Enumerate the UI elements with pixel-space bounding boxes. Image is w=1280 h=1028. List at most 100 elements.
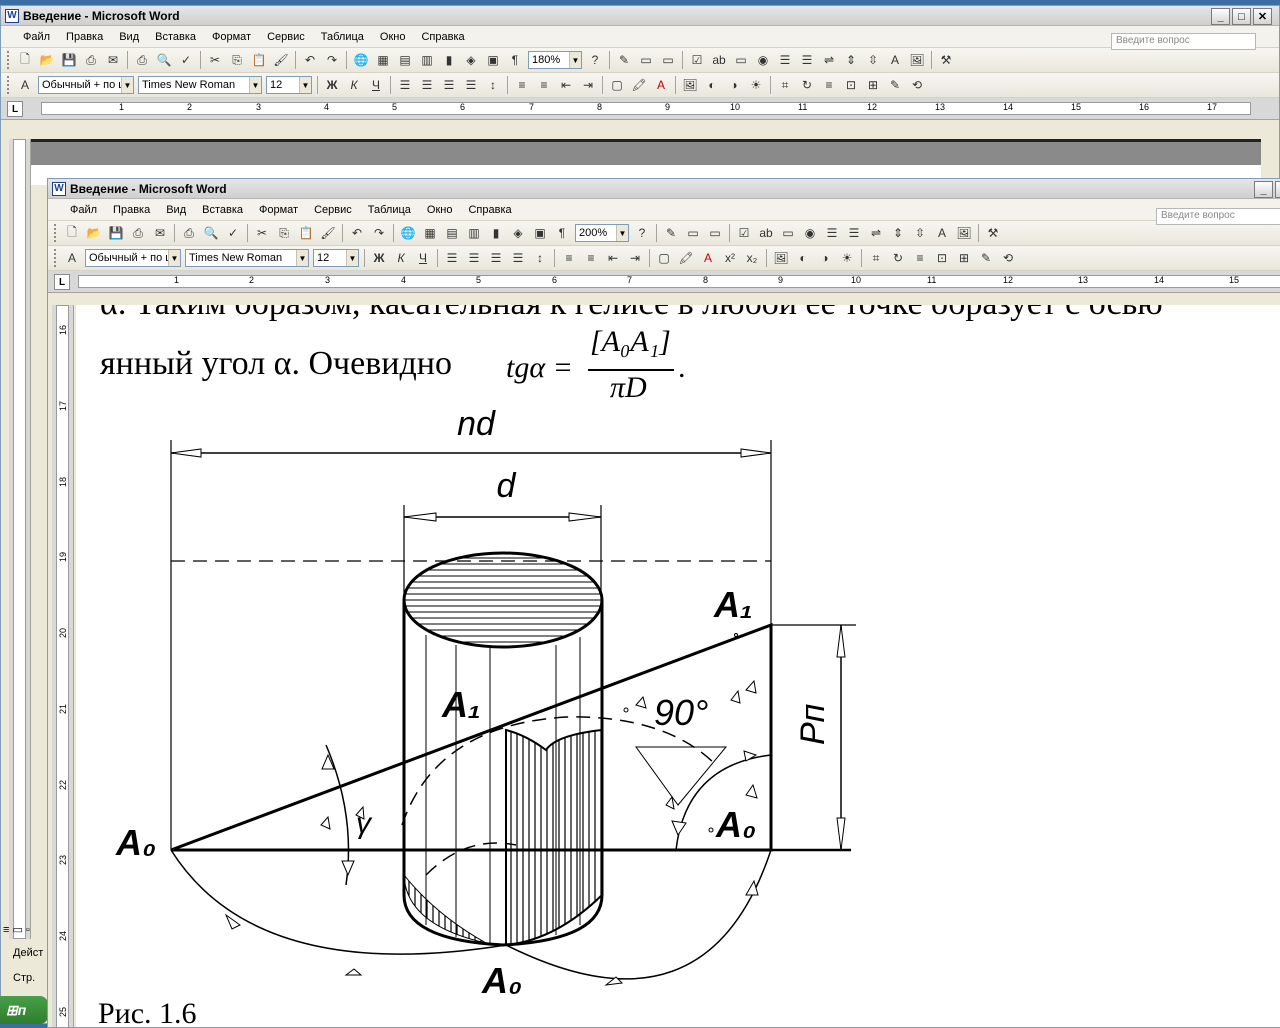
text-wrap-icon[interactable]: ⊞ [862, 75, 884, 95]
bold-icon[interactable]: Ж [321, 75, 343, 95]
print-icon[interactable]: ⎙ [131, 50, 153, 70]
line-style-icon[interactable]: ≡ [818, 75, 840, 95]
copy-icon[interactable]: ⎘ [273, 223, 295, 243]
reset-picture-icon[interactable]: ⟲ [906, 75, 928, 95]
italic-icon[interactable]: К [390, 248, 412, 268]
brightness-icon[interactable]: ☀ [836, 248, 858, 268]
textbox-control-icon[interactable]: ab [708, 50, 730, 70]
email-icon[interactable]: ✉ [149, 223, 171, 243]
insert-excel-icon[interactable]: ▥ [416, 50, 438, 70]
styles-icon[interactable]: A [61, 248, 83, 268]
open-icon[interactable]: 📂 [83, 223, 105, 243]
maximize-button[interactable]: □ [1232, 8, 1251, 25]
help-icon[interactable]: ? [584, 50, 606, 70]
bullets-icon[interactable]: ≡ [580, 248, 602, 268]
font-size-select[interactable]: 12 ▼ [266, 76, 312, 94]
save-icon[interactable]: 💾 [58, 50, 80, 70]
cut-icon[interactable]: ✂ [251, 223, 273, 243]
borders-icon[interactable]: ▢ [606, 75, 628, 95]
menu-view[interactable]: Вид [158, 204, 194, 216]
menu-table[interactable]: Таблица [360, 204, 419, 216]
front-vertical-ruler[interactable]: 16 17 18 19 20 21 22 23 24 25 [52, 305, 74, 1027]
menu-help[interactable]: Справка [413, 31, 472, 43]
print-preview-icon[interactable]: 🔍 [153, 50, 175, 70]
back-horizontal-ruler[interactable]: L 1 2 3 4 5 6 7 8 9 10 11 12 13 14 15 16… [1, 98, 1279, 120]
line-spacing-icon[interactable]: ↕ [482, 75, 504, 95]
text-wrap-icon[interactable]: ⊞ [953, 248, 975, 268]
form-icon-3[interactable]: ▭ [657, 50, 679, 70]
form-icon-1[interactable]: ✎ [660, 223, 682, 243]
italic-icon[interactable]: К [343, 75, 365, 95]
menu-edit[interactable]: Правка [105, 204, 158, 216]
brightness-icon[interactable]: ☀ [745, 75, 767, 95]
toggle-control-icon[interactable]: ⇌ [818, 50, 840, 70]
spin-control-icon[interactable]: ⇕ [840, 50, 862, 70]
align-right-icon[interactable]: ☰ [438, 75, 460, 95]
radio-control-icon[interactable]: ◉ [799, 223, 821, 243]
new-icon[interactable]: 🗋 [14, 50, 36, 70]
format-painter-icon[interactable]: 🖌 [270, 50, 292, 70]
textbox-control-icon[interactable]: ab [755, 223, 777, 243]
form-icon-3[interactable]: ▭ [704, 223, 726, 243]
increase-indent-icon[interactable]: ⇥ [624, 248, 646, 268]
save-icon[interactable]: 💾 [105, 223, 127, 243]
print-icon[interactable]: ⎙ [178, 223, 200, 243]
borders-icon[interactable]: ▢ [653, 248, 675, 268]
superscript-icon[interactable]: x² [719, 248, 741, 268]
permission-icon[interactable]: ⎙ [127, 223, 149, 243]
font-size-select[interactable]: 12 ▼ [313, 249, 359, 267]
image-control-icon[interactable]: 🖼 [906, 50, 928, 70]
permission-icon[interactable]: ⎙ [80, 50, 102, 70]
contrast-icon[interactable]: ◑ [723, 75, 745, 95]
undo-icon[interactable]: ↶ [299, 50, 321, 70]
compress-icon[interactable]: ⊡ [931, 248, 953, 268]
print-preview-icon[interactable]: 🔍 [200, 223, 222, 243]
show-hide-icon[interactable]: ¶ [504, 50, 526, 70]
front-title-bar[interactable]: W Введение - Microsoft Word _ □ [48, 179, 1280, 199]
zoom-select[interactable]: 180% ▼ [528, 51, 582, 69]
show-hide-icon[interactable]: ¶ [551, 223, 573, 243]
menu-format[interactable]: Формат [204, 31, 259, 43]
align-left-icon[interactable]: ☰ [394, 75, 416, 95]
insert-table-icon[interactable]: ▤ [441, 223, 463, 243]
form-icon-1[interactable]: ✎ [613, 50, 635, 70]
numbering-icon[interactable]: ≡ [511, 75, 533, 95]
document-page[interactable]: α. Таким образом, касательная к гелисе в… [76, 305, 1280, 1027]
bullets-icon[interactable]: ≡ [533, 75, 555, 95]
document-map-icon[interactable]: ▣ [529, 223, 551, 243]
menu-view[interactable]: Вид [111, 31, 147, 43]
radio-control-icon[interactable]: ◉ [752, 50, 774, 70]
menu-tools[interactable]: Сервис [259, 31, 313, 43]
align-center-icon[interactable]: ☰ [416, 75, 438, 95]
menu-format[interactable]: Формат [251, 204, 306, 216]
rotate-icon[interactable]: ↻ [796, 75, 818, 95]
font-color-icon[interactable]: A [650, 75, 672, 95]
color-icon[interactable]: ◐ [792, 248, 814, 268]
menu-tools[interactable]: Сервис [306, 204, 360, 216]
format-painter-icon[interactable]: 🖌 [317, 223, 339, 243]
drawing-icon[interactable]: ◈ [460, 50, 482, 70]
compress-icon[interactable]: ⊡ [840, 75, 862, 95]
listbox-control-icon[interactable]: ☰ [774, 50, 796, 70]
ask-question-input[interactable]: Введите вопрос [1156, 208, 1280, 225]
columns-icon[interactable]: ▮ [438, 50, 460, 70]
decrease-indent-icon[interactable]: ⇤ [555, 75, 577, 95]
crop-icon[interactable]: ⌗ [865, 248, 887, 268]
menu-window[interactable]: Окно [419, 204, 461, 216]
styles-icon[interactable]: A [14, 75, 36, 95]
format-picture-icon[interactable]: ✎ [975, 248, 997, 268]
menu-help[interactable]: Справка [460, 204, 519, 216]
menu-table[interactable]: Таблица [313, 31, 372, 43]
redo-icon[interactable]: ↷ [368, 223, 390, 243]
ask-question-input[interactable]: Введите вопрос [1111, 33, 1256, 50]
style-select[interactable]: Обычный + по ц ▼ [38, 76, 134, 94]
line-spacing-icon[interactable]: ↕ [529, 248, 551, 268]
help-icon[interactable]: ? [631, 223, 653, 243]
undo-icon[interactable]: ↶ [346, 223, 368, 243]
insert-table-icon[interactable]: ▤ [394, 50, 416, 70]
justify-icon[interactable]: ☰ [507, 248, 529, 268]
line-style-icon[interactable]: ≡ [909, 248, 931, 268]
close-button[interactable]: ✕ [1253, 8, 1272, 25]
image-control-icon[interactable]: 🖼 [953, 223, 975, 243]
menu-edit[interactable]: Правка [58, 31, 111, 43]
